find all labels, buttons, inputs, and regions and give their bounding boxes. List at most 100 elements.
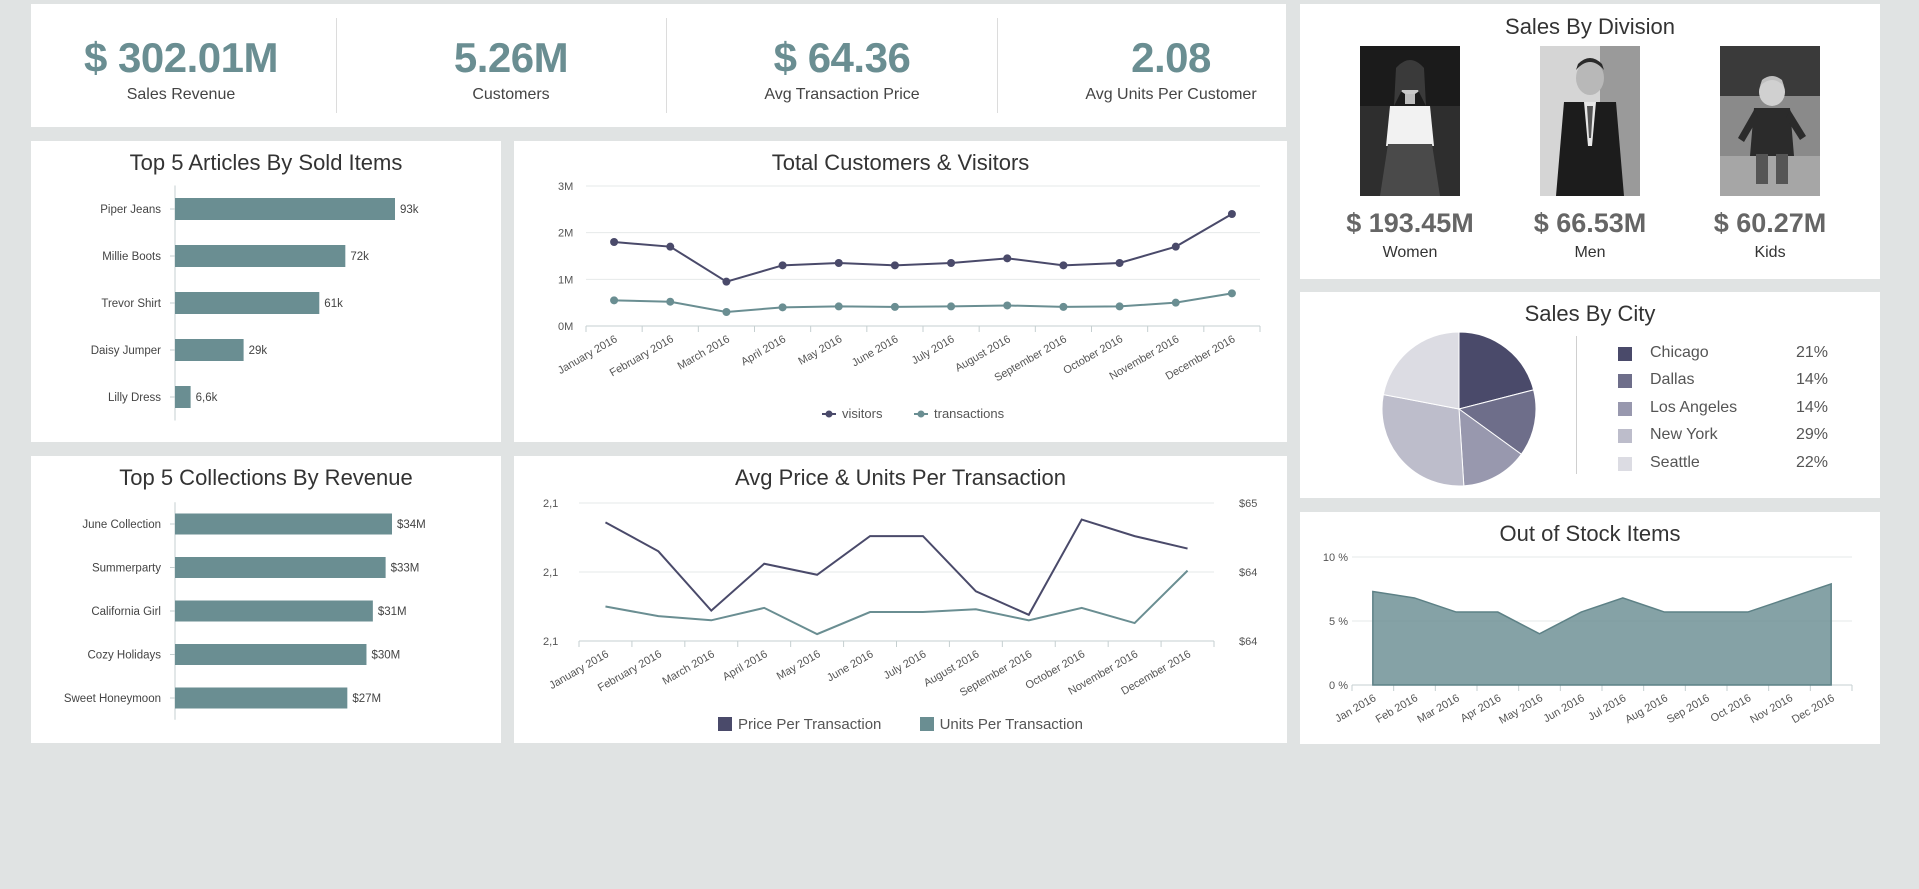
division-value: $ 193.45M [1346, 208, 1474, 238]
data-point [1059, 302, 1068, 311]
women-photo [1360, 46, 1460, 196]
articles-chart: Piper Jeans 93k Millie Boots 72k Trevor Shir… [91, 185, 419, 421]
legend-swatch [1618, 374, 1632, 388]
legend-marker [917, 410, 925, 418]
kpi-divider [997, 18, 998, 113]
legend-label: Dallas [1650, 371, 1695, 388]
kpi-avg-transaction-price: $ 64.36 Avg Transaction Price [692, 4, 992, 127]
division-label: Women [1382, 244, 1438, 261]
data-point [947, 259, 956, 267]
category-label: Millie Boots [102, 251, 161, 263]
stock-panel: Out of Stock Items 0 % 5 % 10 % Jan 2016 Feb… [1300, 512, 1880, 744]
division-panel: Sales By Division $ 193.45M Women $ 66.5… [1300, 4, 1880, 279]
legend-swatch [1618, 429, 1632, 443]
data-label: $30M [371, 650, 400, 662]
area-series [1372, 582, 1832, 686]
category-label: Lilly Dress [108, 392, 161, 404]
avgprice-chart: 2,1 $642,1 $642,1 $65January 2016February 2… [543, 498, 1257, 699]
kpi-value: 5.26M [453, 34, 569, 81]
y-left-tick-label: 2,1 [543, 636, 558, 648]
bar [175, 386, 191, 408]
kpi-sales-revenue: $ 302.01M Sales Revenue [31, 4, 331, 127]
x-tick-label: July 2016 [910, 333, 957, 367]
division-value: $ 66.53M [1533, 208, 1647, 238]
kpi-label: Avg Transaction Price [764, 86, 920, 103]
y-tick-label: 2M [558, 228, 573, 240]
kpi-divider [666, 18, 667, 113]
x-tick-label: Sep 2016 [1665, 692, 1712, 726]
category-label: Piper Jeans [100, 204, 161, 216]
data-point [1059, 261, 1068, 270]
bar [175, 513, 392, 535]
visitors-panel: Total Customers & Visitors 0M 1M 2M 3M Janua… [514, 141, 1287, 442]
kpi-label: Avg Units Per Customer [1085, 86, 1257, 103]
x-tick-label: April 2016 [721, 648, 770, 683]
legend-item: Price Per Transaction [718, 716, 881, 733]
data-label: $33M [391, 563, 420, 575]
data-point [834, 259, 843, 267]
data-label: $34M [397, 519, 426, 531]
series-line [604, 518, 1188, 617]
data-label: 93k [400, 204, 419, 216]
data-point [1115, 302, 1124, 311]
data-point [610, 238, 619, 246]
kpi-avg-units: 2.08 Avg Units Per Customer [1021, 4, 1321, 127]
division-kids: $ 60.27M Kids [1705, 4, 1835, 279]
bar [175, 687, 348, 709]
x-tick-label: June 2016 [850, 333, 901, 369]
division-label: Kids [1754, 244, 1786, 261]
x-tick-label: Dec 2016 [1790, 692, 1837, 726]
series-line [605, 569, 1189, 636]
division-women: $ 193.45M Women [1345, 4, 1475, 279]
data-point [1003, 301, 1012, 310]
data-label: 6,6k [196, 392, 218, 404]
data-point [1227, 210, 1236, 218]
category-label: Sweet Honeymoon [64, 693, 161, 705]
kpi-divider [336, 18, 337, 113]
legend-label: transactions [934, 406, 1005, 421]
legend-swatch [919, 717, 934, 731]
division-label: Men [1574, 244, 1606, 261]
legend-value: 22% [1795, 454, 1828, 471]
data-point [947, 302, 956, 311]
category-label: June Collection [82, 519, 161, 531]
data-point [1227, 289, 1236, 298]
bar [175, 292, 320, 314]
kpi-panel: $ 302.01M Sales Revenue 5.26M Customers … [31, 4, 1286, 127]
avgprice-legend: Price Per Transaction Units Per Transact… [514, 716, 1287, 733]
kids-photo [1720, 46, 1820, 196]
data-point [1115, 259, 1124, 267]
legend-label: visitors [842, 406, 883, 421]
y-left-tick-label: 2,1 [543, 498, 558, 510]
legend-label: New York [1650, 426, 1718, 443]
x-tick-label: Apr 2016 [1459, 692, 1504, 725]
x-tick-label: Mar 2016 [1415, 692, 1461, 726]
legend-swatch [1618, 457, 1632, 471]
data-point [1171, 298, 1180, 307]
category-label: Daisy Jumper [91, 345, 161, 357]
data-point [722, 308, 731, 316]
bar [175, 339, 244, 361]
legend-marker [825, 410, 833, 418]
kpi-customers: 5.26M Customers [361, 4, 661, 127]
x-tick-label: Jan 2016 [1333, 692, 1378, 725]
city-legend-divider [1576, 336, 1577, 474]
category-label: Summerparty [92, 563, 161, 575]
x-tick-label: Aug 2016 [1623, 692, 1670, 726]
data-point [610, 296, 619, 305]
x-tick-label: February 2016 [608, 333, 676, 379]
bar [175, 644, 367, 665]
y-right-tick-label: $64 [1239, 567, 1257, 579]
legend-label: Seattle [1650, 454, 1700, 471]
data-label: $27M [352, 693, 381, 705]
avgprice-panel: Avg Price & Units Per Transaction 2,1 $64… [514, 456, 1287, 743]
legend-label: Los Angeles [1650, 399, 1738, 416]
men-photo [1540, 46, 1640, 196]
x-tick-label: April 2016 [739, 333, 788, 368]
data-point [1171, 242, 1180, 251]
x-tick-label: May 2016 [796, 333, 844, 368]
x-tick-label: Jul 2016 [1586, 692, 1628, 723]
y-right-tick-label: $64 [1239, 636, 1257, 648]
city-chart [1381, 331, 1537, 487]
data-point [890, 261, 899, 270]
